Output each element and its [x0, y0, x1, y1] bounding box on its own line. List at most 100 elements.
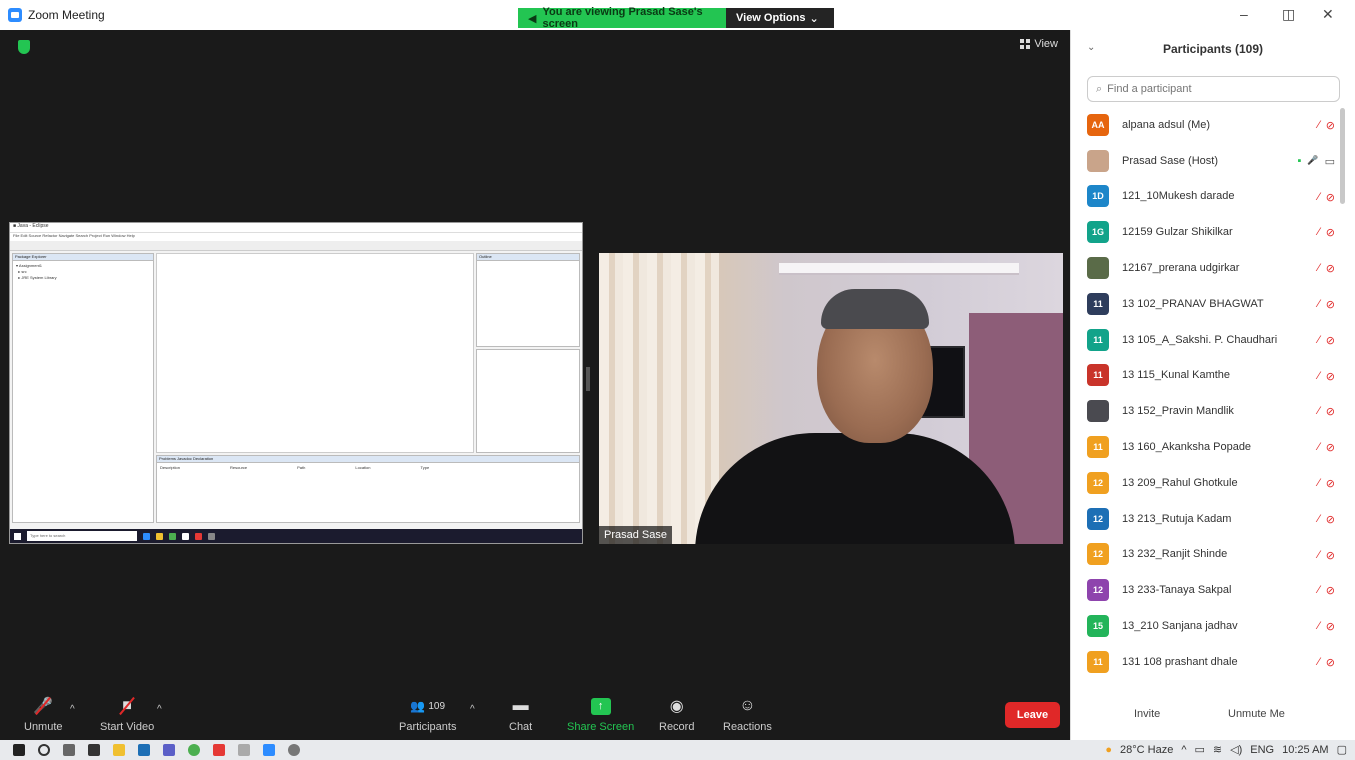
minimize-button[interactable]: –: [1240, 6, 1248, 22]
close-button[interactable]: ✕: [1322, 6, 1334, 23]
task-view-icon[interactable]: [63, 744, 75, 756]
video-options-caret[interactable]: ^: [157, 704, 162, 715]
participants-label: Participants: [399, 721, 457, 733]
zoom-taskbar-icon[interactable]: [263, 744, 275, 756]
unmute-me-button[interactable]: Unmute Me: [1228, 708, 1285, 720]
participant-row[interactable]: 11 13 105_A_Sakshi. P. Chaudhari ⁄ ⊘: [1071, 322, 1341, 358]
problems-pane: Problems Javadoc Declaration Description…: [156, 455, 580, 523]
dropbox-icon[interactable]: [138, 744, 150, 756]
participant-row[interactable]: 11 13 160_Akanksha Popade ⁄ ⊘: [1071, 429, 1341, 465]
package-tree: ▾ Assignment1 ▸ src ▸ JRE System Library: [16, 263, 57, 280]
participant-row[interactable]: 13 152_Pravin Mandlik ⁄ ⊘: [1071, 393, 1341, 429]
participant-row[interactable]: 12 13 232_Ranjit Shinde ⁄ ⊘: [1071, 537, 1341, 573]
chevron-down-icon[interactable]: ⌄: [1087, 42, 1095, 53]
participant-status: ⁄ ⊘: [1318, 513, 1335, 526]
file-explorer-icon[interactable]: [113, 744, 125, 756]
share-screen-button[interactable]: ↑ Share Screen: [567, 696, 634, 733]
weather-icon: ●: [1105, 743, 1113, 756]
camera-off-icon: ⊘: [1325, 227, 1335, 240]
audio-options-caret[interactable]: ^: [70, 704, 75, 715]
search-input[interactable]: [1107, 83, 1308, 95]
participant-row[interactable]: 11 13 102_PRANAV BHAGWAT ⁄ ⊘: [1071, 286, 1341, 322]
participant-name: 121_10Mukesh darade: [1122, 190, 1235, 203]
chat-button[interactable]: ▬ Chat: [509, 696, 532, 733]
start-video-button[interactable]: ■ Start Video: [100, 696, 154, 733]
participant-row[interactable]: 11 13 115_Kunal Kamthe ⁄ ⊘: [1071, 358, 1341, 394]
shared-taskbar: Type here to search: [10, 529, 582, 543]
camera-off-icon: ⊘: [1325, 370, 1335, 383]
language-indicator[interactable]: ENG: [1250, 744, 1274, 756]
participant-search[interactable]: ⌕: [1087, 76, 1340, 102]
eclipse-title-bar: ■ Java - Eclipse: [10, 223, 582, 233]
chrome-icon[interactable]: [188, 744, 200, 756]
participant-row[interactable]: 12 13 213_Rutuja Kadam ⁄ ⊘: [1071, 501, 1341, 537]
view-options-button[interactable]: View Options ⌄: [726, 8, 834, 28]
weather-text[interactable]: 28°C Haze: [1120, 744, 1173, 756]
reactions-button[interactable]: ☺ Reactions: [723, 696, 772, 733]
participant-status: ⁄ ⊘: [1318, 656, 1335, 669]
participant-name: 13 233-Tanaya Sakpal: [1122, 584, 1232, 597]
problems-col: Location: [355, 465, 371, 470]
view-button[interactable]: View: [1020, 38, 1058, 50]
taskbar-app-icon: [156, 532, 163, 540]
panel-scrollbar[interactable]: [1340, 108, 1345, 204]
participant-row[interactable]: 12 13 209_Rahul Ghotkule ⁄ ⊘: [1071, 465, 1341, 501]
leave-button[interactable]: Leave: [1005, 702, 1060, 728]
gear-icon[interactable]: [288, 744, 300, 756]
grid-icon: [1020, 39, 1031, 49]
participant-avatar: AA: [1087, 113, 1109, 136]
participant-name: 131 108 prashant dhale: [1122, 655, 1238, 668]
participant-status: ⁄ ⊘: [1318, 370, 1335, 383]
network-icon[interactable]: ≋: [1213, 743, 1222, 756]
problems-col: Resource: [230, 465, 248, 470]
windows-start-icon[interactable]: [13, 744, 25, 756]
microphone-muted-icon: ⁄: [1317, 262, 1320, 275]
app-icon[interactable]: [238, 744, 250, 756]
shared-screen[interactable]: ■ Java - Eclipse File Edit Source Refact…: [9, 222, 583, 544]
share-screen-label: Share Screen: [567, 721, 635, 733]
record-button[interactable]: ◉ Record: [659, 696, 694, 733]
clock[interactable]: 10:25 AM: [1282, 744, 1328, 756]
participants-button[interactable]: 👥 109 Participants: [399, 696, 456, 733]
invite-button[interactable]: Invite: [1134, 708, 1160, 720]
participant-row[interactable]: 12167_prerana udgirkar ⁄ ⊘: [1071, 250, 1341, 286]
participant-avatar: 11: [1087, 292, 1109, 315]
chevron-up-icon[interactable]: ^: [1181, 744, 1186, 756]
chat-icon: ▬: [512, 697, 529, 714]
participant-photo: [1087, 257, 1109, 280]
participants-icon: 👥 109: [410, 696, 445, 716]
participant-row[interactable]: 12 13 233-Tanaya Sakpal ⁄ ⊘: [1071, 572, 1341, 608]
participant-name: 13 232_Ranjit Shinde: [1122, 548, 1228, 561]
split-divider-handle[interactable]: [586, 367, 590, 391]
speaker-video[interactable]: Prasad Sase: [599, 253, 1063, 544]
volume-icon[interactable]: ◁): [1230, 743, 1242, 756]
participant-row[interactable]: AA alpana adsul (Me) ⁄ ⊘: [1071, 107, 1341, 143]
participants-count: 109: [428, 700, 446, 712]
participant-name: 12167_prerana udgirkar: [1122, 262, 1240, 275]
participant-status: ⁄ ⊘: [1318, 119, 1335, 132]
security-shield-icon[interactable]: [18, 40, 30, 54]
teams-icon[interactable]: [163, 744, 175, 756]
search-icon[interactable]: [38, 744, 50, 756]
camera-off-icon: ⊘: [1325, 406, 1335, 419]
restore-button[interactable]: ◫: [1282, 6, 1295, 23]
office-icon[interactable]: [213, 744, 225, 756]
participant-row[interactable]: 15 13_210 Sanjana jadhav ⁄ ⊘: [1071, 608, 1341, 644]
participant-avatar: 1D: [1087, 185, 1109, 208]
battery-icon[interactable]: ▭: [1195, 743, 1205, 756]
unmute-button[interactable]: 🎤 Unmute: [24, 696, 63, 733]
participant-row[interactable]: 1G 12159 Gulzar Shikilkar ⁄ ⊘: [1071, 214, 1341, 250]
problems-col: Path: [297, 465, 306, 470]
outline-pane: Outline: [476, 253, 580, 347]
participant-avatar: 11: [1087, 328, 1109, 351]
camera-off-icon: ⊘: [1325, 549, 1335, 562]
participant-row[interactable]: Prasad Sase (Host) ▪ 🎤 ▭: [1071, 143, 1341, 179]
participant-photo: [1087, 400, 1109, 423]
participant-name: Prasad Sase (Host): [1122, 154, 1218, 167]
store-icon[interactable]: [88, 744, 100, 756]
participant-row[interactable]: 1D 121_10Mukesh darade ⁄ ⊘: [1071, 179, 1341, 215]
taskbar-app-icon: [169, 532, 176, 540]
participant-row[interactable]: 11 131 108 prashant dhale ⁄ ⊘: [1071, 644, 1341, 680]
participants-caret[interactable]: ^: [470, 704, 475, 715]
notifications-icon[interactable]: ▢: [1337, 743, 1347, 756]
